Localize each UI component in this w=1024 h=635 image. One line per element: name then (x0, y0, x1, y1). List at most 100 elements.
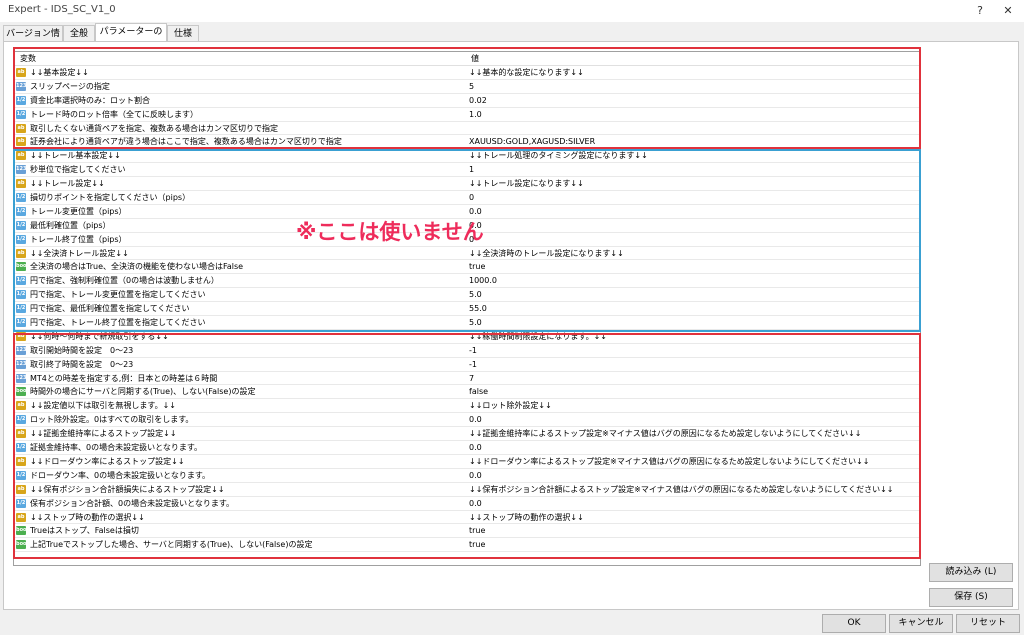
param-name: ↓↓何時～何時まで新規取引をする↓↓ (30, 331, 169, 341)
param-value[interactable]: ↓↓トレール処理のタイミング設定になります↓↓ (469, 149, 648, 163)
param-name: 円で指定、最低利確位置を指定してください (30, 304, 190, 314)
double-param-icon: 1/2 (16, 304, 26, 314)
table-row[interactable]: ab ↓↓ドローダウン率によるストップ設定↓↓ ↓↓ドローダウン率によるストップ設定… (14, 455, 920, 469)
param-value[interactable]: 0.0 (469, 497, 482, 511)
param-value[interactable]: ↓↓トレール設定になります↓↓ (469, 177, 584, 191)
table-row[interactable]: ab ↓↓証拠金維持率によるストップ設定↓↓ ↓↓証拠金維持率によるストップ設定※マ… (14, 427, 920, 442)
param-name: 保有ポジション合計額、0の場合未設定扱いとなります。 (30, 498, 235, 508)
table-row[interactable]: 123 秒単位で指定してください 1 (14, 163, 920, 178)
param-value[interactable]: XAUUSD:GOLD,XAGUSD:SILVER (469, 135, 595, 149)
param-value[interactable]: 5.0 (469, 288, 482, 302)
table-row[interactable]: ab ↓↓全決済トレール設定↓↓ ↓↓全決済時のトレール設定になります↓↓ (14, 247, 920, 261)
param-name: 最低利確位置（pips） (30, 220, 111, 230)
param-name: トレール終了位置（pips） (30, 234, 127, 244)
table-row[interactable]: ab 取引したくない通貨ペアを指定、複数ある場合はカンマ区切りで指定 (14, 122, 920, 136)
param-value[interactable]: true (469, 260, 485, 274)
table-row[interactable]: bool 時間外の場合にサーバと同期する(True)、しない(False)の設定 f… (14, 385, 920, 400)
double-param-icon: 1/2 (16, 498, 26, 508)
table-row[interactable]: 1/2 損切りポイントを指定してください（pips） 0 (14, 191, 920, 205)
tab-general[interactable]: 全般 (63, 25, 95, 41)
tab-version-info[interactable]: バージョン情報 (3, 25, 63, 55)
param-value[interactable]: ↓↓ストップ時の動作の選択↓↓ (469, 511, 584, 525)
double-param-icon: 1/2 (16, 470, 26, 480)
tab-specs[interactable]: 仕様 (167, 25, 199, 41)
param-value[interactable]: 55.0 (469, 302, 487, 316)
param-value[interactable]: ↓↓保有ポジション合計額によるストップ設定※マイナス値はバグの原因になるため設定… (469, 483, 893, 497)
param-value[interactable]: ↓↓稼働時間制限設定になります。↓↓ (469, 330, 607, 344)
ok-button[interactable]: OK (822, 614, 886, 633)
param-name: Trueはストップ、Falseは損切 (30, 526, 139, 536)
load-button[interactable]: 読み込み (L) (929, 563, 1013, 582)
text-param-icon: ab (16, 179, 26, 189)
double-param-icon: 1/2 (16, 443, 26, 453)
reset-button[interactable]: リセット (956, 614, 1020, 633)
integer-param-icon: 123 (16, 165, 27, 175)
save-button[interactable]: 保存 (S) (929, 588, 1013, 607)
table-row[interactable]: 1/2 円で指定、最低利確位置を指定してください 55.0 (14, 302, 920, 317)
param-name: トレール変更位置（pips） (30, 206, 127, 216)
table-row[interactable]: ab 証券会社により通貨ペアが違う場合はここで指定、複数ある場合はカンマ区切りで指… (14, 135, 920, 150)
table-row[interactable]: ab ↓↓トレール基本設定↓↓ ↓↓トレール処理のタイミング設定になります↓↓ (14, 149, 920, 164)
table-row[interactable]: 1/2 証拠金維持率、0の場合未設定扱いとなります。 0.0 (14, 441, 920, 455)
param-value[interactable]: ↓↓ロット除外設定↓↓ (469, 399, 552, 413)
param-value[interactable]: 0.0 (469, 469, 482, 483)
param-value[interactable]: 0 (469, 191, 474, 205)
close-icon[interactable]: ✕ (994, 2, 1022, 20)
text-param-icon: ab (16, 512, 26, 522)
table-row[interactable]: ab ↓↓保有ポジション合計額損失によるストップ設定↓↓ ↓↓保有ポジション合計額に… (14, 483, 920, 497)
table-row[interactable]: 1/2 トレード時のロット倍率（全てに反映します） 1.0 (14, 108, 920, 122)
table-row[interactable]: ab ↓↓トレール設定↓↓ ↓↓トレール設定になります↓↓ (14, 177, 920, 192)
param-value[interactable]: 0.0 (469, 413, 482, 427)
table-row[interactable]: ab ↓↓基本設定↓↓ ↓↓基本的な設定になります↓↓ (14, 66, 920, 80)
boolean-param-icon: bool (16, 540, 29, 550)
table-row[interactable]: 1/2 ロット除外設定。0はすべての取引をします。 0.0 (14, 413, 920, 428)
tab-input-parameters[interactable]: パラメーターの入力 (95, 23, 167, 53)
table-row[interactable]: bool 上記Trueでストップした場合、サーバと同期する(True)、しない(F… (14, 538, 920, 553)
table-row[interactable]: 1/2 ドローダウン率、0の場合未設定扱いとなります。 0.0 (14, 469, 920, 483)
param-value[interactable]: 7 (469, 372, 474, 386)
param-value[interactable]: -1 (469, 358, 477, 372)
column-header-value[interactable]: 値 (471, 52, 479, 65)
param-value[interactable]: 1 (469, 163, 474, 177)
param-value[interactable]: 5.0 (469, 316, 482, 330)
boolean-param-icon: bool (16, 526, 29, 536)
param-name: ロット除外設定。0はすべての取引をします。 (30, 415, 194, 425)
table-row[interactable]: ab ↓↓設定値以下は取引を無視します。↓↓ ↓↓ロット除外設定↓↓ (14, 399, 920, 414)
param-value[interactable]: 1.0 (469, 108, 482, 122)
table-row[interactable]: 1/2 保有ポジション合計額、0の場合未設定扱いとなります。 0.0 (14, 497, 920, 511)
double-param-icon: 1/2 (16, 290, 26, 300)
param-value[interactable]: true (469, 524, 485, 538)
table-row[interactable]: 1/2 資金比率選択時のみ：ロット割合 0.02 (14, 94, 920, 108)
param-value[interactable]: 0.0 (469, 441, 482, 455)
table-row[interactable]: 123 取引開始時間を設定 0～23 -1 (14, 344, 920, 358)
table-row[interactable]: 123 スリップページの指定 5 (14, 80, 920, 94)
param-value[interactable]: true (469, 538, 485, 552)
param-value[interactable]: ↓↓全決済時のトレール設定になります↓↓ (469, 247, 624, 261)
param-name: ↓↓トレール基本設定↓↓ (30, 151, 121, 161)
window-titlebar: Expert - IDS_SC_V1_0 ? ✕ (0, 0, 1024, 22)
double-param-icon: 1/2 (16, 193, 26, 203)
text-param-icon: ab (16, 429, 26, 439)
table-row[interactable]: 123 MT4との時差を指定する,例：日本との時差は６時間 7 (14, 372, 920, 386)
param-value[interactable]: ↓↓証拠金維持率によるストップ設定※マイナス値はバグの原因になるため設定しないよ… (469, 427, 861, 441)
table-row[interactable]: 1/2 円で指定、強制利確位置（0の場合は波動しません） 1000.0 (14, 274, 920, 289)
param-value[interactable]: ↓↓基本的な設定になります↓↓ (469, 66, 584, 80)
param-value[interactable]: 5 (469, 80, 474, 94)
table-row[interactable]: ab ↓↓ストップ時の動作の選択↓↓ ↓↓ストップ時の動作の選択↓↓ (14, 511, 920, 525)
param-value[interactable]: -1 (469, 344, 477, 358)
cancel-button[interactable]: キャンセル (889, 614, 953, 633)
param-value[interactable]: ↓↓ドローダウン率によるストップ設定※マイナス値はバグの原因になるため設定しない… (469, 455, 869, 469)
param-value[interactable]: 1000.0 (469, 274, 497, 288)
table-row[interactable]: 1/2 円で指定、トレール変更位置を指定してください 5.0 (14, 288, 920, 303)
table-row[interactable]: bool 全決済の場合はTrue、全決済の機能を使わない場合はFalse true (14, 260, 920, 275)
table-row[interactable]: ab ↓↓何時～何時まで新規取引をする↓↓ ↓↓稼働時間制限設定になります。↓↓ (14, 330, 920, 344)
help-button[interactable]: ? (966, 2, 994, 20)
integer-param-icon: 123 (16, 359, 27, 369)
table-row[interactable]: 1/2 円で指定、トレール終了位置を指定してください 5.0 (14, 316, 920, 330)
text-param-icon: ab (16, 151, 26, 161)
param-value[interactable]: false (469, 385, 488, 399)
param-value[interactable]: 0.02 (469, 94, 487, 108)
column-header-variable[interactable]: 変数 (20, 52, 36, 65)
table-row[interactable]: 123 取引終了時間を設定 0～23 -1 (14, 358, 920, 372)
table-row[interactable]: bool Trueはストップ、Falseは損切 true (14, 524, 920, 539)
